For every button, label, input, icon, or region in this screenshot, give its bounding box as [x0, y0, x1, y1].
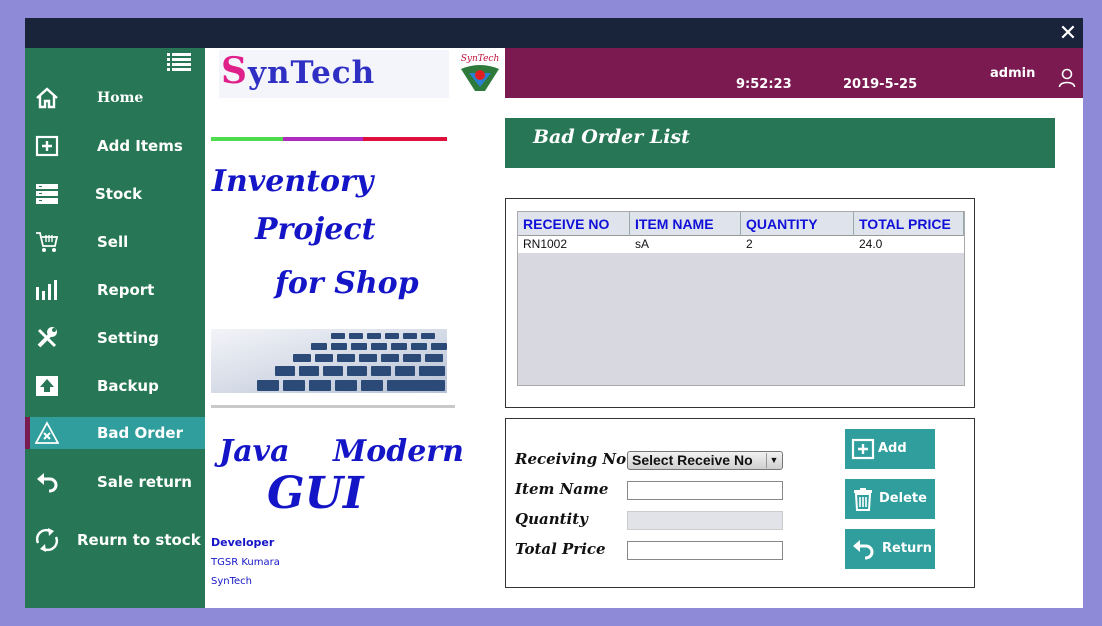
- stack-icon: [36, 184, 58, 204]
- subtitle-java: Java: [219, 434, 290, 469]
- home-icon: [36, 87, 58, 109]
- receiving-no-label: Receiving No: [515, 450, 627, 468]
- cell-item-name: sA: [635, 237, 650, 251]
- table-panel: RECEIVE NO ITEM NAME QUANTITY TOTAL PRIC…: [505, 198, 975, 408]
- delete-button[interactable]: Delete: [845, 479, 935, 519]
- form-panel: Receiving No Select Receive No ▼ Item Na…: [505, 418, 975, 588]
- sidebar-item-stock[interactable]: Stock: [25, 178, 205, 210]
- username: admin: [990, 66, 1036, 81]
- sidebar-item-label: Add Items: [97, 137, 183, 155]
- sidebar-item-bad-order[interactable]: Bad Order: [25, 417, 205, 449]
- bar-chart-icon: [36, 280, 57, 300]
- menu-icon[interactable]: [167, 52, 191, 72]
- return-button[interactable]: Return: [845, 529, 935, 569]
- page-title: Bad Order List: [533, 126, 690, 148]
- cell-receive-no: RN1002: [523, 237, 568, 251]
- stripe-red: [363, 137, 447, 141]
- bad-order-table[interactable]: RECEIVE NO ITEM NAME QUANTITY TOTAL PRIC…: [517, 211, 965, 386]
- quantity-field[interactable]: [627, 511, 783, 530]
- cart-icon: [36, 232, 59, 252]
- sidebar-item-setting[interactable]: Setting: [25, 322, 205, 354]
- sidebar: Home Add Items Stock Sell Report Setting…: [25, 48, 205, 608]
- sidebar-item-label: Setting: [97, 329, 159, 347]
- app-window: ✕ Home Add Items Stock Sell Report Setti…: [25, 18, 1083, 608]
- trash-icon: [854, 488, 872, 511]
- stripe-purple: [283, 137, 363, 141]
- title-line: for Shop: [275, 266, 419, 301]
- svg-text:SynTech: SynTech: [461, 54, 500, 64]
- sidebar-item-label: Stock: [95, 185, 143, 203]
- cell-quantity: 2: [746, 237, 753, 251]
- sidebar-item-return-to-stock[interactable]: Reurn to stock: [25, 524, 205, 556]
- quantity-label: Quantity: [515, 510, 588, 528]
- dropdown-arrow-icon[interactable]: ▼: [766, 453, 781, 468]
- close-button[interactable]: ✕: [1055, 20, 1081, 46]
- title-line: Inventory: [212, 164, 374, 199]
- brand-logo: SynTech: [219, 50, 449, 98]
- item-name-label: Item Name: [515, 480, 609, 498]
- clock-time: 9:52:23: [736, 77, 792, 92]
- undo-icon: [853, 540, 874, 560]
- cell-total-price: 24.0: [859, 237, 883, 251]
- sidebar-item-sale-return[interactable]: Sale return: [25, 466, 205, 498]
- current-date: 2019-5-25: [843, 77, 918, 92]
- item-name-field[interactable]: [627, 481, 783, 500]
- receive-no-select[interactable]: Select Receive No ▼: [627, 451, 783, 470]
- add-button[interactable]: Add: [845, 429, 935, 469]
- subtitle-modern: Modern: [333, 434, 464, 469]
- sidebar-item-label: Sell: [97, 233, 129, 251]
- column-header[interactable]: QUANTITY: [741, 212, 854, 236]
- title-bar: ✕: [25, 18, 1083, 48]
- return-button-label: Return: [882, 541, 932, 556]
- add-button-label: Add: [878, 441, 907, 456]
- sidebar-item-add-items[interactable]: Add Items: [25, 130, 205, 162]
- total-price-label: Total Price: [515, 540, 606, 558]
- page-header: Bad Order List: [505, 118, 1055, 168]
- developer-heading: Developer: [211, 536, 275, 549]
- syntech-badge-icon: SynTech: [461, 54, 500, 91]
- sidebar-item-backup[interactable]: Backup: [25, 370, 205, 402]
- column-header[interactable]: ITEM NAME: [630, 212, 741, 236]
- undo-icon: [37, 473, 58, 493]
- sidebar-item-label: Reurn to stock: [77, 531, 201, 549]
- tools-icon: [37, 327, 57, 348]
- sidebar-item-report[interactable]: Report: [25, 274, 205, 306]
- sidebar-item-label: Report: [97, 281, 155, 299]
- warning-icon: [35, 421, 59, 444]
- keyboard-image: [211, 329, 447, 393]
- receive-no-selected: Select Receive No: [632, 452, 753, 468]
- sidebar-item-label: Sale return: [97, 473, 192, 491]
- delete-button-label: Delete: [879, 491, 927, 506]
- brand-panel: SynTech SynTech Inventory Project for Sh…: [205, 48, 505, 608]
- total-price-field[interactable]: [627, 541, 783, 560]
- column-header[interactable]: RECEIVE NO: [518, 212, 630, 236]
- cycle-arrows-icon: [35, 528, 59, 552]
- sidebar-item-label: Home: [97, 90, 144, 106]
- upload-icon: [36, 376, 58, 396]
- table-row[interactable]: RN1002 sA 2 24.0: [518, 236, 964, 253]
- developer-name: TGSR Kumara: [211, 557, 280, 568]
- column-header[interactable]: TOTAL PRICE: [854, 212, 964, 236]
- add-box-icon: [851, 438, 875, 460]
- subtitle-gui: GUI: [267, 468, 364, 519]
- sidebar-item-label: Bad Order: [97, 424, 183, 442]
- divider: [211, 405, 455, 408]
- user-icon[interactable]: [1058, 68, 1076, 88]
- developer-company: SynTech: [211, 576, 253, 587]
- table-header: RECEIVE NO ITEM NAME QUANTITY TOTAL PRIC…: [518, 212, 964, 236]
- sidebar-item-label: Backup: [97, 377, 159, 395]
- sidebar-item-home[interactable]: Home: [25, 82, 205, 114]
- add-box-icon: [35, 135, 59, 157]
- top-bar: 9:52:23 2019-5-25 admin: [505, 48, 1083, 98]
- title-line: Project: [255, 212, 376, 247]
- sidebar-item-sell[interactable]: Sell: [25, 226, 205, 258]
- stripe-green: [211, 137, 283, 141]
